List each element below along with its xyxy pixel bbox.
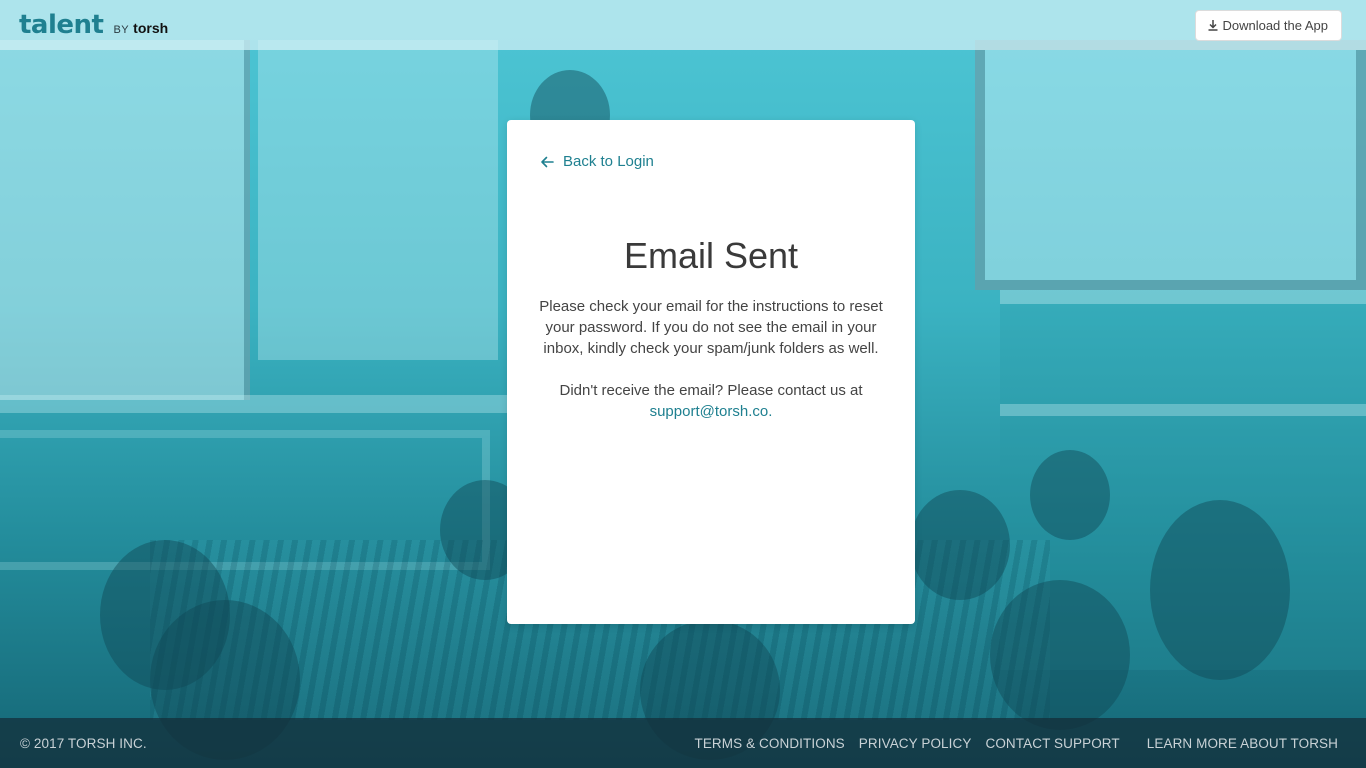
child-silhouette — [990, 580, 1130, 730]
instructions-text: Please check your email for the instruct… — [539, 298, 883, 357]
shelf — [0, 395, 510, 413]
footer: © 2017 TORSH INC. TERMS & CONDITIONS PRI… — [0, 718, 1366, 768]
logo-talent-text: talent — [19, 10, 104, 40]
copyright-text: © 2017 TORSH INC. — [20, 735, 147, 751]
support-email-link[interactable]: support@torsh.co. — [650, 403, 773, 420]
contact-paragraph: Didn't receive the email? Please contact… — [537, 380, 885, 422]
back-to-login-link[interactable]: Back to Login — [540, 153, 654, 170]
child-silhouette — [1150, 500, 1290, 680]
whiteboard — [258, 40, 498, 360]
top-bar: talent BY torsh Download the App — [0, 0, 1366, 50]
footer-links: TERMS & CONDITIONS PRIVACY POLICY CONTAC… — [694, 736, 1338, 751]
logo-torsh-text: torsh — [133, 20, 169, 36]
logo-by-text: BY — [113, 24, 130, 36]
contact-support-link[interactable]: CONTACT SUPPORT — [985, 736, 1119, 751]
download-app-button[interactable]: Download the App — [1195, 9, 1342, 41]
card-message: Please check your email for the instruct… — [537, 296, 885, 422]
contact-text: Didn't receive the email? Please contact… — [559, 382, 863, 399]
download-app-label: Download the App — [1222, 17, 1328, 33]
child-silhouette — [1030, 450, 1110, 540]
download-icon — [1208, 20, 1218, 31]
back-to-login-label: Back to Login — [563, 153, 654, 170]
arrow-left-icon — [541, 156, 554, 167]
privacy-policy-link[interactable]: PRIVACY POLICY — [859, 736, 972, 751]
learn-more-link[interactable]: LEARN MORE ABOUT TORSH — [1147, 736, 1338, 751]
talent-logo[interactable]: talent BY torsh — [19, 10, 168, 40]
child-silhouette — [910, 490, 1010, 600]
terms-conditions-link[interactable]: TERMS & CONDITIONS — [694, 736, 844, 751]
page-title: Email Sent — [623, 235, 799, 276]
email-sent-card: Back to Login Email Sent Please check yo… — [507, 120, 915, 624]
window — [975, 40, 1366, 290]
whiteboard — [0, 40, 250, 400]
